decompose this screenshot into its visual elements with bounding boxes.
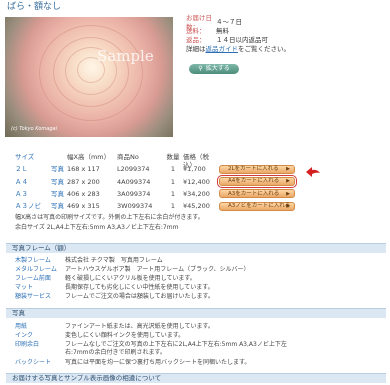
price-table: サイズ 幅X高（mm） 商品No 数量 価格（税込） ２Ｌ 写真 168 x 1… xyxy=(15,153,333,213)
frame-section-heading: 写真フレーム（額） xyxy=(6,243,386,253)
spec-value-cont: 右:7mmの余白付きで印刷されます。 xyxy=(65,348,166,356)
delivery-value: ４〜７日 xyxy=(216,18,242,27)
row-size: Ａ４ xyxy=(15,177,28,186)
spec-key: インク xyxy=(15,332,34,339)
difference-section-heading[interactable]: お届けする写真とサンプル表示画像の相違について xyxy=(6,373,386,383)
row-qty[interactable]: 1 xyxy=(163,178,183,186)
spec-key: フレーム前面 xyxy=(15,275,51,282)
detail-prefix: 詳細は xyxy=(186,45,206,53)
arrow-right-icon: ▶ xyxy=(286,190,290,197)
row-type: 写真 xyxy=(51,202,64,211)
margin-note: 余白サイズ 2L,A4上下左右:5mm A3,A3ノビ上下左右:7mm xyxy=(15,224,179,231)
row-price: ¥45,200 xyxy=(183,202,210,211)
product-photo[interactable]: Sample (c) Tokyo Komagai xyxy=(5,17,173,137)
arrow-right-icon: ▶ xyxy=(286,178,290,185)
header-qty: 数量 xyxy=(166,153,180,161)
header-price: 価格（税込） xyxy=(183,153,209,170)
zoom-button[interactable]: ⚲ 拡大する xyxy=(189,64,239,74)
spec-key: 用紙 xyxy=(15,323,28,330)
header-no: 商品No xyxy=(117,153,139,161)
shipping-info: お届け日数： ４〜７日 送料： 無料 返品： １４日以内返品可 詳細は返品ガイドをご覧… xyxy=(186,14,386,54)
spec-value: ファインアート紙または、高光沢紙を使用しています。 xyxy=(65,323,214,330)
return-label: 返品： xyxy=(186,36,206,45)
spec-value: フレームなしでご注文の写真の上下左右に2L,A4上下左右:5mm A3,A3ノビ… xyxy=(65,341,287,348)
row-no: L2099374 xyxy=(117,165,150,174)
spec-value: 長期保存しても劣化しにくい中性紙を使用しています。 xyxy=(65,284,214,291)
add-to-cart-button[interactable]: A3をカートに入れる ▶ xyxy=(219,189,295,199)
row-no: 4A099374 xyxy=(117,177,151,186)
spec-key: バックシート xyxy=(15,359,52,366)
shipping-value: 無料 xyxy=(216,27,229,36)
table-row: Ａ４ 写真 287 x 200 4A099374 1 ¥12,400 A4をカー… xyxy=(15,175,333,189)
table-row: Ａ３ノビ 写真 469 x 315 3W099374 1 ¥45,200 A3ノ… xyxy=(15,200,333,212)
spec-key: メタルフレーム xyxy=(15,266,57,273)
row-no: 3W099374 xyxy=(117,202,153,211)
row-price: ¥34,200 xyxy=(183,189,210,198)
watermark: Sample xyxy=(97,47,154,65)
pointer-arrow-icon xyxy=(306,167,320,177)
arrow-right-icon: ▶ xyxy=(286,166,290,173)
add-to-cart-button-highlighted[interactable]: A4をカートに入れる ▶ xyxy=(217,175,297,189)
size-note: 幅X高さは写真の印刷サイズです。外側の上下左右に余白が付きます。 xyxy=(15,214,204,221)
header-size: サイズ xyxy=(15,153,35,161)
spec-value: 変色しにくい顔料インクを使用しています。 xyxy=(65,332,185,339)
spec-value: 軽く破損しにくいアクリル板を使用しています。 xyxy=(65,275,196,282)
shipping-label: 送料： xyxy=(186,27,206,36)
detail-suffix: をご覧ください。 xyxy=(238,45,290,53)
row-dims: 287 x 200 xyxy=(67,177,100,186)
frame-spec-list: 木製フレーム 株式会社 チクマ製 写真用フレーム メタルフレーム アートハウスゲルボ… xyxy=(15,257,250,302)
spec-value: 写真には平面を均一に保つ裏打ち用バックシートを同梱いたします。 xyxy=(65,359,251,366)
photo-credit: (c) Tokyo Komagai xyxy=(11,125,57,132)
return-guide-link[interactable]: 返品ガイド xyxy=(206,45,239,53)
photo-section-heading: 写真 xyxy=(6,308,386,318)
magnifier-icon: ⚲ xyxy=(198,65,203,73)
add-to-cart-button[interactable]: A3ノビをカートに入れる ▶ xyxy=(219,201,295,211)
row-qty[interactable]: 1 xyxy=(163,202,183,210)
row-dims: 469 x 315 xyxy=(67,202,100,211)
row-dims: 168 x 117 xyxy=(67,165,100,174)
row-dims: 406 x 283 xyxy=(67,189,100,198)
header-dims: 幅X高（mm） xyxy=(67,153,111,161)
row-type: 写真 xyxy=(51,177,64,186)
table-row: ２Ｌ 写真 168 x 117 L2099374 1 ¥1,700 2Lをカート… xyxy=(15,163,333,175)
spec-value: アートハウスゲルボア製 アート用フレーム（ブラック、シルバー） xyxy=(65,266,250,273)
spec-key: 木製フレーム xyxy=(15,257,51,264)
row-price: ¥1,700 xyxy=(183,165,206,174)
photo-spec-list: 用紙 ファインアート紙または、高光沢紙を使用しています。 インク 変色しにくい顔料イ… xyxy=(15,323,287,368)
zoom-button-label: 拡大する xyxy=(205,65,230,73)
return-value: １４日以内返品可 xyxy=(216,36,268,45)
spec-value: 株式会社 チクマ製 写真用フレーム xyxy=(65,257,163,264)
row-size: Ａ３ノビ xyxy=(15,202,41,211)
spec-key: マット xyxy=(15,284,34,291)
row-size: ２Ｌ xyxy=(15,165,28,174)
row-qty[interactable]: 1 xyxy=(163,190,183,198)
page-title: ばら・額なし xyxy=(7,2,62,12)
row-no: 3A099374 xyxy=(117,189,151,198)
spec-key: 額装サービス xyxy=(15,293,52,300)
spec-value: フレームでご注文の場合は額装してお届けいたします。 xyxy=(65,293,214,300)
row-qty[interactable]: 1 xyxy=(163,165,183,173)
spec-key: 印刷余白 xyxy=(15,341,40,348)
row-type: 写真 xyxy=(51,189,64,198)
row-size: Ａ３ xyxy=(15,189,28,198)
row-type: 写真 xyxy=(51,165,64,174)
row-price: ¥12,400 xyxy=(183,177,210,186)
table-row: Ａ３ 写真 406 x 283 3A099374 1 ¥34,200 A3をカー… xyxy=(15,188,333,200)
arrow-right-icon: ▶ xyxy=(286,203,290,210)
add-to-cart-button[interactable]: 2Lをカートに入れる ▶ xyxy=(219,164,295,174)
